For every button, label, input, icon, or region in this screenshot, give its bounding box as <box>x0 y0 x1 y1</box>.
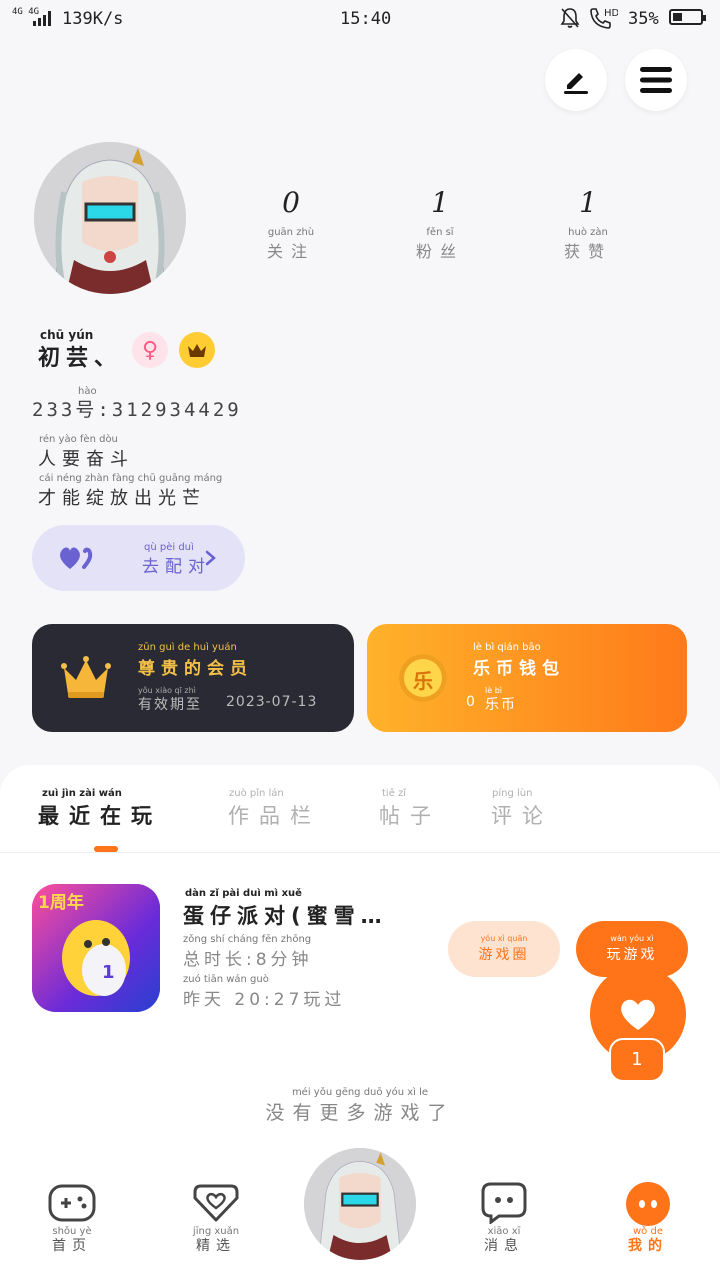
nav-me[interactable]: wǒ de 我的 <box>598 1182 698 1255</box>
vip-card[interactable]: zūn guì de huì yuán 尊贵的会员 yǒu xiào qī zh… <box>32 624 354 732</box>
battery-icon <box>669 9 706 25</box>
profile-face-icon <box>626 1182 670 1226</box>
likes-count: 1 <box>579 186 597 219</box>
pair-button[interactable]: qù pèi duì 去配对 <box>32 525 245 591</box>
bio-line1-pinyin: rén yào fèn dòu <box>39 434 118 445</box>
no-more-pinyin: méi yǒu gēng duō yóu xì le <box>291 1087 429 1098</box>
pair-label: 去配对 <box>142 557 211 577</box>
nav-featured[interactable]: jīng xuǎn 精选 <box>166 1182 266 1255</box>
likes-pinyin: huò zàn <box>568 227 608 238</box>
no-more-games-text: 没有更多游戏了 <box>265 1102 455 1124</box>
chevron-right-icon <box>205 550 216 566</box>
chat-icon <box>481 1182 527 1225</box>
anime-avatar-small-image <box>304 1148 416 1260</box>
stat-following[interactable]: 0 guān zhù 关注 <box>236 186 346 262</box>
vip-date: 2023-07-13 <box>226 694 318 710</box>
tab-posts-pinyin: tiě zǐ <box>382 788 407 799</box>
nav-featured-label: 精选 <box>196 1238 236 1254</box>
bio-line2-pinyin: cái néng zhàn fàng chū guāng máng <box>39 473 223 484</box>
wallet-unit: 乐币 <box>485 697 517 713</box>
battery-fill <box>673 13 682 21</box>
pen-icon <box>564 73 588 94</box>
gold-crown-icon <box>61 656 111 698</box>
signal-icon <box>33 11 51 26</box>
network-speed: 139K/s <box>62 9 124 29</box>
bio-line1: 人要奋斗 <box>38 449 134 470</box>
avatar[interactable] <box>34 142 186 294</box>
game-duration: 总时长:8分钟 <box>183 950 313 970</box>
menu-button[interactable] <box>625 49 687 111</box>
tab-recent-pinyin: zuì jìn zài wán <box>42 788 122 799</box>
edit-profile-button[interactable] <box>545 49 607 111</box>
user-id: 233号:312934429 <box>32 399 242 421</box>
tab-posts[interactable]: 帖子 <box>379 800 441 830</box>
following-count: 0 <box>282 186 300 219</box>
tab-divider <box>0 852 720 853</box>
svg-text:1: 1 <box>102 962 115 983</box>
status-bar: 4G 4G 139K/s 15:40 HD 35% <box>0 0 720 40</box>
followers-label: 粉丝 <box>415 242 464 261</box>
nav-me-label: 我的 <box>628 1238 668 1254</box>
game-circle-pinyin: yóu xì quān <box>480 934 528 943</box>
stat-likes[interactable]: 1 huò zàn 获赞 <box>533 186 643 262</box>
wallet-card[interactable]: 乐 lè bì qián bāo 乐币钱包 lè bì 0 乐币 <box>367 624 687 732</box>
nav-home-label: 首页 <box>52 1238 92 1254</box>
hd-call-icon: HD <box>590 8 618 29</box>
battery-percent: 35% <box>628 9 659 29</box>
game-circle-button[interactable]: yóu xì quān 游戏圈 <box>448 921 560 977</box>
anime-avatar-image <box>34 142 186 294</box>
tab-works-pinyin: zuò pǐn lán <box>229 788 284 799</box>
username: 初芸、 <box>38 346 123 371</box>
gamepad-icon <box>48 1184 96 1222</box>
followers-pinyin: fěn sī <box>426 227 454 238</box>
crown-badge-icon <box>179 332 215 368</box>
wallet-amount: 0 <box>466 694 477 710</box>
vip-pinyin: zūn guì de huì yuán <box>138 642 237 653</box>
vip-sub-label: 有效期至 <box>138 697 202 713</box>
game-last-played: 昨天 20:27玩过 <box>183 990 346 1010</box>
game-last-played-pinyin: zuó tiān wán guò <box>183 974 269 985</box>
hd-label: HD <box>604 8 618 19</box>
play-game-label: 玩游戏 <box>606 947 658 963</box>
nav-messages[interactable]: xiāo xī 消息 <box>454 1182 554 1255</box>
female-gender-icon: ♀ <box>132 332 168 368</box>
followers-count: 1 <box>431 186 449 219</box>
likes-label: 获赞 <box>563 242 612 261</box>
hamburger-menu-icon <box>640 67 672 93</box>
nav-home[interactable]: shǒu yè 首页 <box>22 1182 122 1255</box>
tab-comments-pinyin: píng lùn <box>492 788 533 799</box>
like-count: 1 <box>609 1038 665 1082</box>
anniversary-badge: 1周年 <box>38 893 84 913</box>
following-label: 关注 <box>266 242 315 261</box>
game-title-pinyin: dàn zǐ pài duì mì xuě <box>185 888 302 899</box>
game-duration-pinyin: zǒng shí cháng fēn zhōng <box>183 934 312 945</box>
tab-recent[interactable]: 最近在玩 <box>38 800 162 830</box>
game-title[interactable]: 蛋仔派对(蜜雪… <box>183 900 388 930</box>
wallet-title: 乐币钱包 <box>473 659 565 679</box>
coin-icon: 乐 <box>399 654 447 702</box>
vip-title: 尊贵的会员 <box>138 659 253 679</box>
double-heart-icon <box>60 547 93 569</box>
heart-icon <box>621 999 655 1030</box>
heart-bag-icon <box>193 1184 239 1222</box>
nav-center-avatar[interactable] <box>304 1148 416 1260</box>
game-circle-label: 游戏圈 <box>478 947 530 963</box>
tab-comments[interactable]: 评论 <box>491 800 553 830</box>
play-game-pinyin: wán yóu xì <box>610 934 654 943</box>
game-icon[interactable]: 1 1周年 <box>32 884 160 1012</box>
coin-glyph: 乐 <box>413 669 433 693</box>
stat-followers[interactable]: 1 fěn sī 粉丝 <box>385 186 495 262</box>
bio-line2: 才能绽放出光芒 <box>38 488 206 509</box>
mute-bell-icon <box>560 8 580 28</box>
tab-works[interactable]: 作品栏 <box>228 800 321 830</box>
nav-messages-label: 消息 <box>484 1238 524 1254</box>
following-pinyin: guān zhù <box>267 227 315 238</box>
clock: 15:40 <box>340 9 392 29</box>
wallet-pinyin: lè bì qián bāo <box>473 642 541 653</box>
